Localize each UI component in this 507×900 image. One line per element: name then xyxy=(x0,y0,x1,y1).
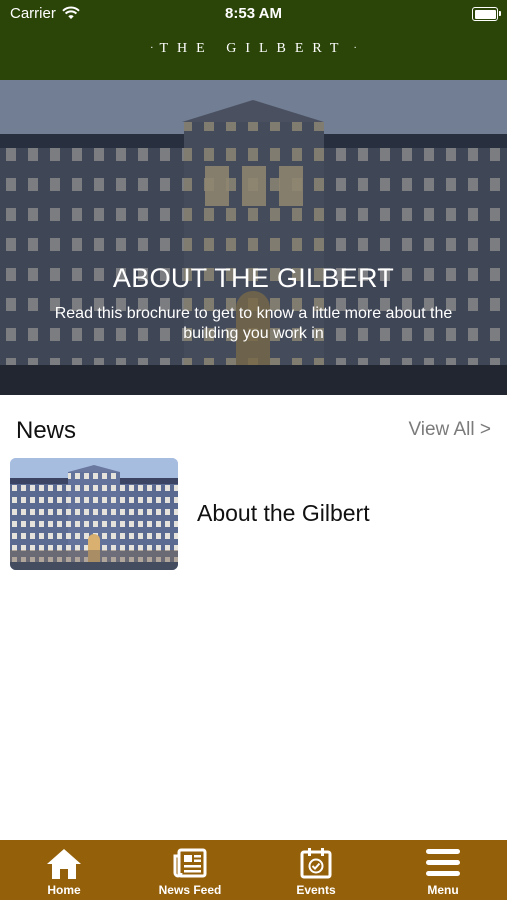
tab-events[interactable]: Events xyxy=(261,840,371,900)
tab-menu[interactable]: Menu xyxy=(388,840,498,900)
news-thumbnail xyxy=(10,458,178,570)
news-list-item[interactable]: About the Gilbert xyxy=(10,458,497,570)
hero-subtitle: Read this brochure to get to know a litt… xyxy=(54,305,453,342)
hero-title: ABOUT THE GILBERT xyxy=(112,263,395,293)
tab-news-feed[interactable]: News Feed xyxy=(135,840,245,900)
news-item-title: About the Gilbert xyxy=(197,500,370,526)
brand-name: THE GILBERT xyxy=(159,41,348,56)
tab-menu-label: Menu xyxy=(427,883,459,897)
hamburger-menu-icon xyxy=(426,849,460,876)
newspaper-icon xyxy=(173,848,207,878)
tab-home[interactable]: Home xyxy=(9,840,119,900)
status-time: 8:53 AM xyxy=(225,5,282,22)
tab-home-label: Home xyxy=(47,883,81,897)
tab-news-feed-label: News Feed xyxy=(158,883,222,897)
calendar-check-icon xyxy=(300,848,332,879)
brand-logo: · THE GILBERT · xyxy=(150,41,357,56)
home-icon xyxy=(47,849,81,879)
bottom-tab-bar: Home News Feed Events Menu xyxy=(0,840,507,900)
hero-banner[interactable]: ABOUT THE GILBERT Read this brochure to … xyxy=(0,80,507,395)
news-heading: News xyxy=(16,417,77,444)
top-bar: Carrier 8:53 AM · THE GILBERT · xyxy=(0,0,507,80)
tab-events-label: Events xyxy=(296,883,336,897)
view-all-link[interactable]: View All > xyxy=(408,419,491,441)
battery-icon xyxy=(472,7,501,21)
status-bar: Carrier 8:53 AM xyxy=(0,0,507,28)
